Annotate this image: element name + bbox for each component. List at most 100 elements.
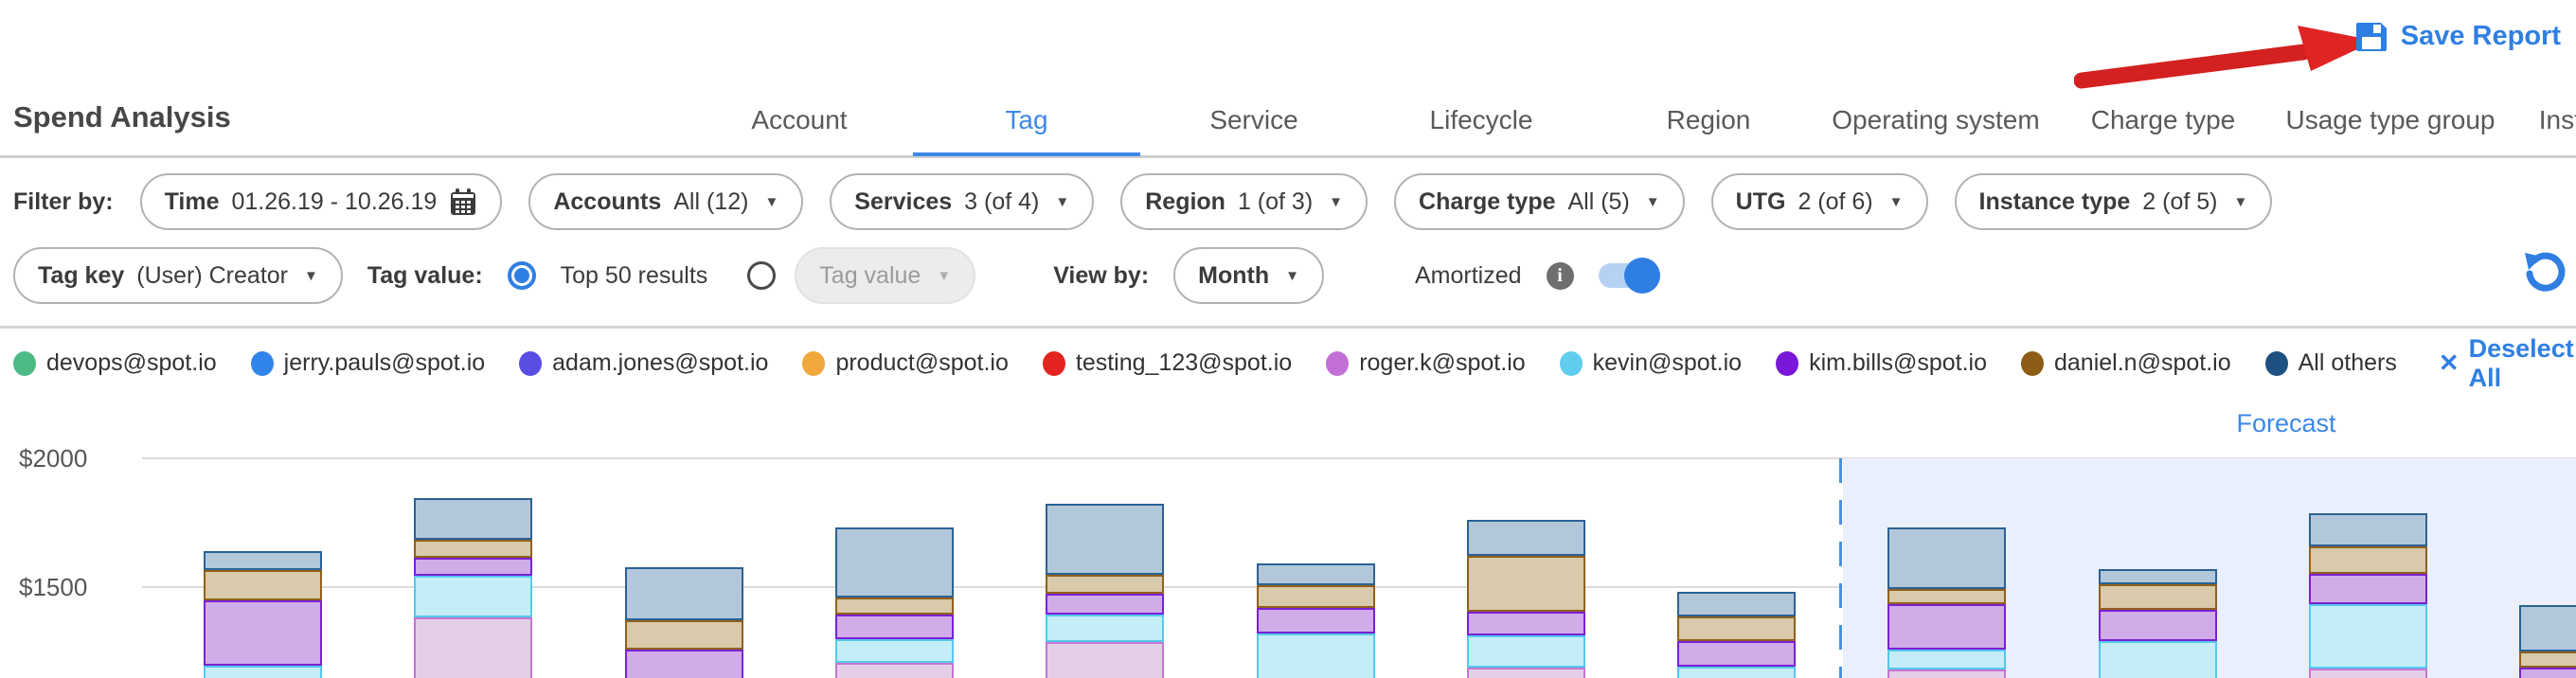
bar-segment-all_others[interactable] (2519, 605, 2576, 651)
bar-segment-roger[interactable] (1467, 668, 1585, 678)
bar-segment-kevin[interactable] (1887, 650, 2006, 669)
bar-segment-daniel[interactable] (414, 540, 532, 558)
bar-segment-kim[interactable] (1467, 612, 1585, 635)
forecast-label: Forecast (2191, 409, 2381, 438)
services-filter-value: 3 (of 4) (964, 188, 1039, 216)
bar-segment-all_others[interactable] (835, 527, 954, 598)
bar-segment-all_others[interactable] (1887, 527, 2006, 589)
utg-filter[interactable]: UTG2 (of 6)▼ (1711, 173, 1928, 230)
bar-segment-kevin[interactable] (2309, 604, 2427, 669)
tag-key-dropdown[interactable]: Tag key (User) Creator ▼ (13, 247, 343, 304)
bar-segment-all_others[interactable] (1677, 592, 1796, 616)
bar-segment-daniel[interactable] (1257, 585, 1375, 608)
bar-segment-kevin[interactable] (1046, 615, 1164, 642)
bar-segment-daniel[interactable] (2519, 651, 2576, 668)
bar-segment-all_others[interactable] (1467, 520, 1585, 556)
save-report-button[interactable]: Save Report (2354, 19, 2561, 53)
bar-segment-kevin[interactable] (1467, 635, 1585, 668)
save-icon (2354, 19, 2388, 53)
bar-segment-all_others[interactable] (2309, 513, 2427, 546)
instance-type-filter[interactable]: Instance type2 (of 5)▼ (1955, 173, 2273, 230)
top-50-results-radio[interactable] (508, 261, 536, 290)
tab-account[interactable]: Account (686, 85, 913, 155)
tab-usage-type-group[interactable]: Usage type group (2277, 85, 2504, 155)
view-by-dropdown[interactable]: Month ▼ (1173, 247, 1324, 304)
bar-segment-kevin[interactable] (835, 639, 954, 663)
bar-segment-daniel[interactable] (2099, 584, 2217, 610)
tag-value-radio[interactable] (747, 261, 776, 290)
bar-segment-daniel[interactable] (2309, 546, 2427, 574)
tab-region[interactable]: Region (1595, 85, 1822, 155)
legend-item-roger-k-spot-io[interactable]: roger.k@spot.io (1326, 349, 1525, 377)
bar-segment-all_others[interactable] (204, 551, 322, 570)
bar-segment-all_others[interactable] (1046, 504, 1164, 575)
time-filter[interactable]: Time01.26.19 - 10.26.19 (140, 173, 503, 230)
bar-segment-daniel[interactable] (1046, 575, 1164, 594)
tab-tag[interactable]: Tag (913, 85, 1140, 155)
bar-segment-daniel[interactable] (1467, 556, 1585, 612)
legend-item-all-others[interactable]: All others (2265, 349, 2397, 377)
bar-segment-daniel[interactable] (835, 598, 954, 615)
bar-segment-daniel[interactable] (1677, 616, 1796, 641)
reset-button[interactable] (2521, 251, 2567, 296)
bar-segment-kim[interactable] (1677, 641, 1796, 667)
tab-operating-system[interactable]: Operating system (1822, 85, 2049, 155)
top-50-results-option-label: Top 50 results (561, 262, 708, 290)
tag-key-value: (User) Creator (136, 262, 288, 290)
bar-segment-roger[interactable] (1887, 669, 2006, 678)
bar-segment-all_others[interactable] (1257, 563, 1375, 585)
charge-type-filter[interactable]: Charge typeAll (5)▼ (1394, 173, 1685, 230)
legend-item-devops-spot-io[interactable]: devops@spot.io (13, 349, 217, 377)
bar-segment-daniel[interactable] (204, 570, 322, 600)
bar-segment-roger[interactable] (414, 617, 532, 678)
bar-segment-roger[interactable] (1046, 642, 1164, 678)
legend-item-jerry-pauls-spot-io[interactable]: jerry.pauls@spot.io (251, 349, 486, 377)
accounts-filter[interactable]: AccountsAll (12)▼ (528, 173, 803, 230)
bar-segment-kevin[interactable] (1257, 633, 1375, 678)
bar-segment-kim[interactable] (1257, 608, 1375, 633)
info-icon[interactable]: i (1547, 262, 1574, 290)
deselect-all-button[interactable]: ✕ Deselect All (2439, 334, 2576, 393)
bar-segment-kim[interactable] (204, 600, 322, 666)
legend-item-label: adam.jones@spot.io (552, 349, 768, 377)
services-filter[interactable]: Services3 (of 4)▼ (830, 173, 1094, 230)
legend-item-adam-jones-spot-io[interactable]: adam.jones@spot.io (519, 349, 768, 377)
bar-segment-kim[interactable] (414, 558, 532, 576)
legend-item-kevin-spot-io[interactable]: kevin@spot.io (1560, 349, 1742, 377)
bar-segment-kim[interactable] (1046, 594, 1164, 615)
legend-item-label: kevin@spot.io (1593, 349, 1742, 377)
tab-service[interactable]: Service (1140, 85, 1368, 155)
legend-item-daniel-n-spot-io[interactable]: daniel.n@spot.io (2021, 349, 2231, 377)
bar-segment-kim[interactable] (2309, 574, 2427, 604)
bar-segment-all_others[interactable] (414, 498, 532, 540)
legend-item-testing-123-spot-io[interactable]: testing_123@spot.io (1043, 349, 1292, 377)
bar-segment-daniel[interactable] (1887, 589, 2006, 604)
bar-segment-kevin[interactable] (1677, 667, 1796, 678)
top-bar: Spend Analysis AccountTagServiceLifecycl… (0, 0, 2576, 158)
legend-dot (519, 351, 542, 376)
bar-segment-kim[interactable] (1887, 604, 2006, 650)
bar-segment-kim[interactable] (2099, 610, 2217, 641)
accounts-filter-value: All (12) (673, 188, 748, 216)
amortized-toggle[interactable] (1599, 263, 1657, 288)
bar-segment-kim[interactable] (2519, 668, 2576, 678)
bar-segment-all_others[interactable] (625, 567, 743, 620)
bar-segment-roger[interactable] (2309, 669, 2427, 678)
bar-segment-daniel[interactable] (625, 620, 743, 650)
region-filter[interactable]: Region1 (of 3)▼ (1120, 173, 1368, 230)
tab-charge-type[interactable]: Charge type (2049, 85, 2277, 155)
bar-segment-kim[interactable] (625, 650, 743, 678)
bar-segment-kevin[interactable] (204, 666, 322, 678)
tab-lifecycle[interactable]: Lifecycle (1368, 85, 1595, 155)
tab-instance-type[interactable]: Instance type (2504, 85, 2576, 155)
tag-value-label: Tag value: (367, 262, 483, 290)
legend-item-product-spot-io[interactable]: product@spot.io (802, 349, 1008, 377)
legend-item-kim-bills-spot-io[interactable]: kim.bills@spot.io (1776, 349, 1987, 377)
filter-row-secondary: Tag key (User) Creator ▼ Tag value: Top … (13, 247, 1657, 304)
bar-segment-kevin[interactable] (2099, 641, 2217, 678)
bar-segment-roger[interactable] (835, 663, 954, 678)
bar-segment-kim[interactable] (835, 615, 954, 639)
bar-segment-all_others[interactable] (2099, 569, 2217, 584)
bar-segment-kevin[interactable] (414, 576, 532, 617)
legend-dot (251, 351, 274, 376)
